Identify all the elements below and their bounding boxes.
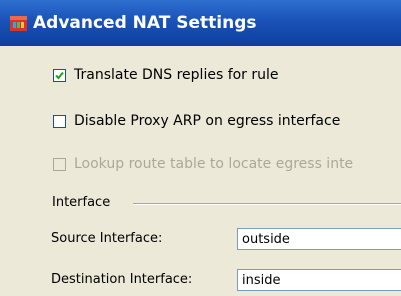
translate-dns-option[interactable]: Translate DNS replies for rule bbox=[53, 66, 279, 84]
destination-interface-field[interactable] bbox=[237, 269, 401, 291]
disable-proxy-arp-label: Disable Proxy ARP on egress interface bbox=[74, 113, 341, 129]
source-interface-label: Source Interface: bbox=[51, 231, 163, 246]
disable-proxy-arp-option[interactable]: Disable Proxy ARP on egress interface bbox=[53, 112, 340, 130]
lookup-route-checkbox bbox=[53, 157, 66, 171]
checkmark-icon bbox=[55, 71, 64, 79]
interface-group-label: Interface bbox=[52, 195, 111, 210]
app-icon bbox=[10, 16, 27, 31]
translate-dns-label: Translate DNS replies for rule bbox=[74, 67, 279, 83]
translate-dns-checkbox[interactable] bbox=[53, 68, 66, 82]
destination-interface-label: Destination Interface: bbox=[51, 272, 193, 287]
lookup-route-option: Lookup route table to locate egress inte bbox=[53, 155, 353, 173]
group-divider bbox=[133, 203, 401, 205]
disable-proxy-arp-checkbox[interactable] bbox=[53, 114, 66, 128]
lookup-route-label: Lookup route table to locate egress inte bbox=[74, 156, 354, 172]
title-bar: Advanced NAT Settings bbox=[0, 0, 401, 46]
window-title: Advanced NAT Settings bbox=[33, 13, 257, 33]
source-interface-field[interactable] bbox=[237, 228, 401, 250]
